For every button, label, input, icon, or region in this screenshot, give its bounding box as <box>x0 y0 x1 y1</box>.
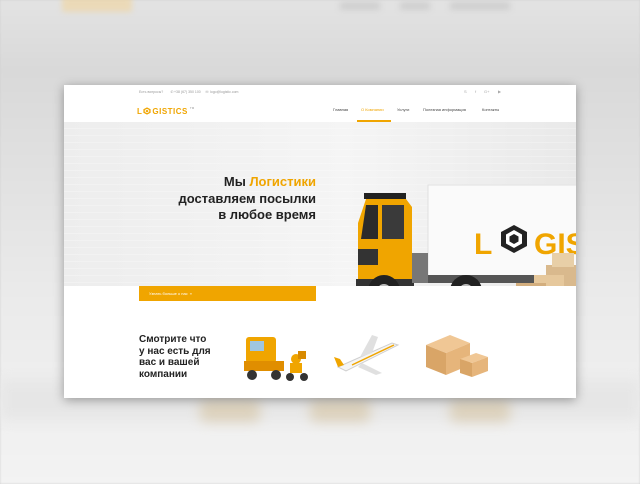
cta-arrow-icon: » <box>189 291 192 296</box>
google-plus-icon[interactable]: G+ <box>484 89 489 94</box>
nav-item-info[interactable]: Полезная информация <box>423 107 466 112</box>
section-title-line: компании <box>139 368 188 380</box>
hero-headline: Мы Логистики доставляем посылки в любое … <box>178 174 316 224</box>
skype-icon[interactable]: S <box>464 89 467 94</box>
section-title-line: вас и вашей <box>139 357 200 368</box>
headline-line-2: доставляем посылки <box>178 190 316 206</box>
nav-item-about[interactable]: О Компании <box>361 107 384 112</box>
phone-link[interactable]: +38 (67) 350 100 <box>174 90 201 94</box>
email-link[interactable]: logo@logistic.com <box>210 90 238 94</box>
headline-prefix: Мы <box>223 174 250 189</box>
section-title: Смотрите что у нас есть для вас и вашей … <box>139 334 211 380</box>
nav-item-contacts[interactable]: Контакты <box>482 107 499 112</box>
backdrop-nav-blur <box>400 2 430 10</box>
youtube-icon[interactable]: ▶ <box>498 89 501 94</box>
delivery-truck-illustration: L GIS <box>356 184 576 286</box>
cta-label: Узнать больше о нас <box>149 291 188 296</box>
nav-item-services[interactable]: Услуги <box>397 107 409 112</box>
backdrop-blob <box>200 400 260 422</box>
cube-logo-icon <box>143 107 151 115</box>
website-window: Есть вопросы? ✆ +38 (67) 350 100 ✉ logo@… <box>64 85 576 398</box>
question-text: Есть вопросы? <box>139 90 164 94</box>
nav-item-home[interactable]: Главная <box>333 107 348 112</box>
services-section: Смотрите что у нас есть для вас и вашей … <box>64 301 576 398</box>
truck-logo-letter: L <box>474 228 492 261</box>
logo-text: GISTICS <box>152 106 188 116</box>
section-title-line: у нас есть для <box>139 345 211 357</box>
logo-tm: TM <box>189 106 195 110</box>
section-title-line: Смотрите что <box>139 334 207 345</box>
top-info-bar: Есть вопросы? ✆ +38 (67) 350 100 ✉ logo@… <box>64 85 576 101</box>
parcel-boxes-icon <box>426 335 488 377</box>
backdrop-logo-blur <box>62 0 132 12</box>
airplane-icon <box>334 335 400 375</box>
site-logo[interactable]: L GISTICS TM <box>137 106 194 116</box>
headline-line-3: в любое время <box>218 207 316 222</box>
mail-icon: ✉ <box>205 90 209 94</box>
backdrop-nav-blur <box>450 2 510 10</box>
logo-letter: L <box>137 106 143 116</box>
main-navbar: L GISTICS TM Главная О Компании Услуги П… <box>64 100 576 123</box>
backdrop-blob <box>310 400 370 422</box>
headline-accent: Логистики <box>249 174 316 189</box>
learn-more-button[interactable]: Узнать больше о нас» <box>139 286 316 301</box>
backdrop-nav-blur <box>340 2 380 10</box>
backdrop-blob <box>450 400 510 422</box>
hero-banner: Мы Логистики доставляем посылки в любое … <box>64 122 576 286</box>
facebook-icon[interactable]: f <box>475 89 476 94</box>
delivery-tuktuk-icon <box>244 337 308 381</box>
